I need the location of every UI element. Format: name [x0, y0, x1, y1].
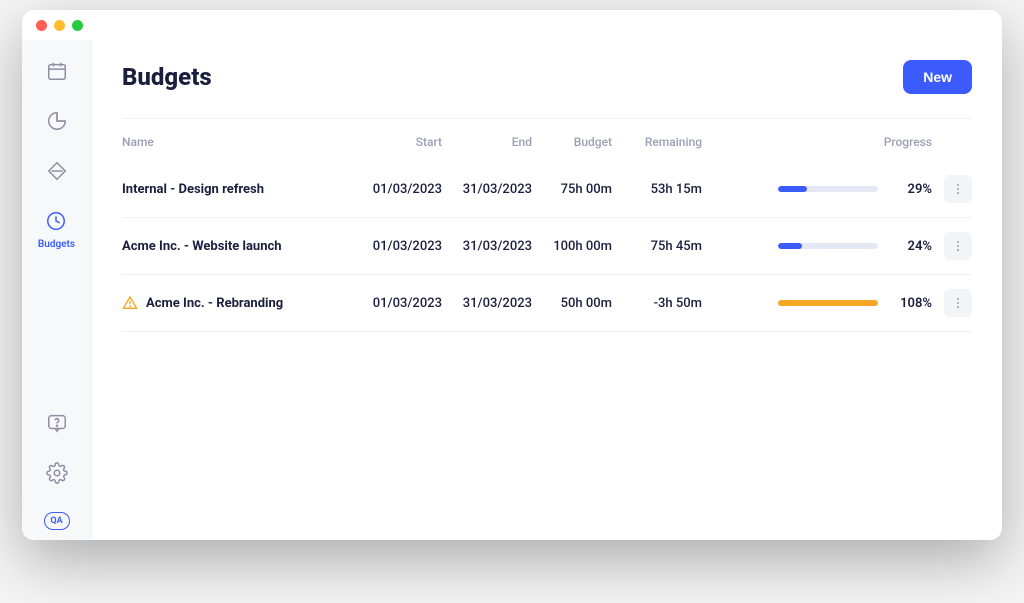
- row-start: 01/03/2023: [352, 296, 442, 311]
- table-body: Internal - Design refresh01/03/202331/03…: [122, 161, 972, 332]
- row-name-label: Internal - Design refresh: [122, 182, 264, 197]
- progress-bar: [778, 186, 878, 192]
- progress-label: 108%: [892, 296, 932, 311]
- warning-icon: [122, 295, 138, 311]
- page-header: Budgets New: [122, 40, 972, 119]
- progress-fill: [778, 300, 878, 306]
- col-header-end: End: [442, 135, 532, 149]
- help-icon: [46, 412, 68, 438]
- row-remaining: -3h 50m: [612, 296, 702, 311]
- new-button[interactable]: New: [903, 60, 972, 94]
- row-start: 01/03/2023: [352, 182, 442, 197]
- close-traffic-light[interactable]: [36, 20, 47, 31]
- sidebar-item-label: Budgets: [38, 239, 75, 250]
- progress-fill: [778, 243, 802, 249]
- progress-label: 29%: [892, 182, 932, 197]
- row-remaining: 53h 15m: [612, 182, 702, 197]
- row-progress: 29%: [702, 182, 932, 197]
- row-menu-cell: [932, 232, 972, 260]
- progress-fill: [778, 186, 807, 192]
- row-progress: 108%: [702, 296, 932, 311]
- row-name-cell: Internal - Design refresh: [122, 182, 352, 197]
- app-body: Budgets QA Budgets New Name: [22, 40, 1002, 540]
- minimize-traffic-light[interactable]: [54, 20, 65, 31]
- sidebar-item-help[interactable]: [46, 412, 68, 438]
- sidebar: Budgets QA: [22, 40, 92, 540]
- row-budget: 75h 00m: [532, 182, 612, 197]
- sidebar-item-budgets[interactable]: Budgets: [38, 210, 75, 250]
- progress-bar: [778, 300, 878, 306]
- row-budget: 100h 00m: [532, 239, 612, 254]
- progress-bar: [778, 243, 878, 249]
- row-budget: 50h 00m: [532, 296, 612, 311]
- row-name-cell: Acme Inc. - Rebranding: [122, 295, 352, 311]
- row-menu-cell: [932, 289, 972, 317]
- col-header-name: Name: [122, 135, 352, 149]
- sidebar-item-settings[interactable]: [46, 462, 68, 488]
- row-end: 31/03/2023: [442, 296, 532, 311]
- row-menu-button[interactable]: [944, 232, 972, 260]
- col-header-start: Start: [352, 135, 442, 149]
- row-end: 31/03/2023: [442, 239, 532, 254]
- sidebar-item-reports[interactable]: [46, 110, 68, 136]
- table-row[interactable]: Acme Inc. - Rebranding 01/03/202331/03/20…: [122, 275, 972, 332]
- pie-chart-icon: [46, 110, 68, 136]
- table-row[interactable]: Acme Inc. - Website launch 01/03/202331/0…: [122, 218, 972, 275]
- calendar-icon: [46, 60, 68, 86]
- window-titlebar: [22, 10, 1002, 40]
- table-row[interactable]: Internal - Design refresh 01/03/202331/03…: [122, 161, 972, 218]
- row-progress: 24%: [702, 239, 932, 254]
- maximize-traffic-light[interactable]: [72, 20, 83, 31]
- col-header-progress: Progress: [702, 135, 932, 149]
- sidebar-item-projects[interactable]: [46, 160, 68, 186]
- table-header: Name Start End Budget Remaining Progress: [122, 119, 972, 161]
- diamond-icon: [46, 160, 68, 186]
- row-name-cell: Acme Inc. - Website launch: [122, 239, 352, 254]
- col-header-budget: Budget: [532, 135, 612, 149]
- sidebar-item-calendar[interactable]: [46, 60, 68, 86]
- col-header-remaining: Remaining: [612, 135, 702, 149]
- row-remaining: 75h 45m: [612, 239, 702, 254]
- clock-icon: [45, 210, 67, 236]
- gear-icon: [46, 462, 68, 488]
- qa-badge[interactable]: QA: [44, 512, 70, 530]
- progress-label: 24%: [892, 239, 932, 254]
- row-name-label: Acme Inc. - Rebranding: [146, 296, 283, 311]
- page-title: Budgets: [122, 63, 212, 91]
- row-menu-button[interactable]: [944, 289, 972, 317]
- main-content: Budgets New Name Start End Budget Remain…: [92, 40, 1002, 540]
- row-menu-cell: [932, 175, 972, 203]
- row-end: 31/03/2023: [442, 182, 532, 197]
- row-menu-button[interactable]: [944, 175, 972, 203]
- row-start: 01/03/2023: [352, 239, 442, 254]
- row-name-label: Acme Inc. - Website launch: [122, 239, 282, 254]
- app-window: Budgets QA Budgets New Name: [22, 10, 1002, 540]
